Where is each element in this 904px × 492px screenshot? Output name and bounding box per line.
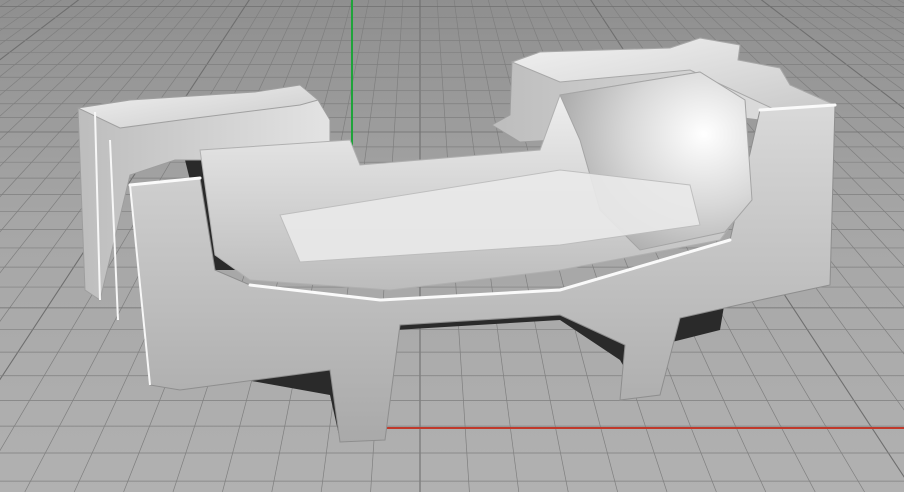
mesh-model[interactable]: [76, 37, 837, 443]
viewport-canvas[interactable]: [0, 0, 904, 492]
3d-viewport[interactable]: [0, 0, 904, 492]
